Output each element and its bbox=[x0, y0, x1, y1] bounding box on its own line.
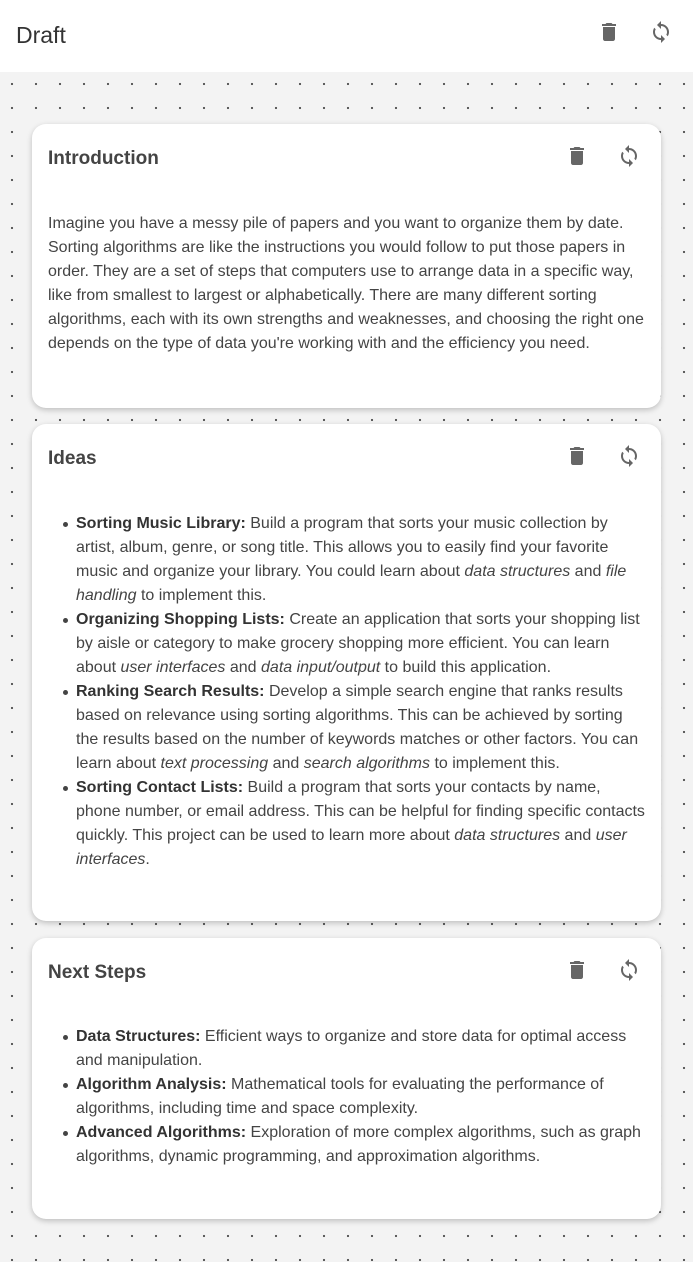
refresh-icon bbox=[621, 959, 637, 981]
item-term: Ranking Search Results: bbox=[76, 683, 265, 700]
item-term: Organizing Shopping Lists: bbox=[76, 611, 285, 628]
section-card-next-steps: Next Steps Data Structures: Efficient wa… bbox=[32, 938, 661, 1219]
regenerate-section-button[interactable] bbox=[616, 143, 642, 169]
item-text: and bbox=[570, 563, 606, 580]
refresh-icon bbox=[621, 145, 637, 167]
ideas-list: Sorting Music Library: Build a program t… bbox=[48, 512, 648, 872]
next-steps-list: Data Structures: Efficient ways to organ… bbox=[48, 1025, 648, 1169]
refresh-icon bbox=[653, 21, 669, 43]
item-text: to implement this. bbox=[430, 755, 560, 772]
list-item: Algorithm Analysis: Mathematical tools f… bbox=[63, 1073, 648, 1121]
item-term: Data Structures: bbox=[76, 1028, 201, 1045]
item-term: Algorithm Analysis: bbox=[76, 1076, 227, 1093]
list-item: Ranking Search Results: Develop a simple… bbox=[63, 680, 648, 776]
trash-icon bbox=[602, 23, 616, 41]
refresh-icon bbox=[621, 445, 637, 467]
list-item: Organizing Shopping Lists: Create an app… bbox=[63, 608, 648, 680]
list-item: Sorting Contact Lists: Build a program t… bbox=[63, 776, 648, 872]
section-title: Next Steps bbox=[48, 962, 147, 983]
section-body: Data Structures: Efficient ways to organ… bbox=[48, 1025, 648, 1169]
item-emphasis: search algorithms bbox=[303, 755, 430, 772]
delete-section-button[interactable] bbox=[564, 143, 590, 169]
trash-icon bbox=[570, 961, 584, 979]
section-card-introduction: Introduction Imagine you have a messy pi… bbox=[32, 124, 661, 408]
item-text: . bbox=[145, 851, 150, 868]
list-item: Advanced Algorithms: Exploration of more… bbox=[63, 1121, 648, 1169]
item-text: to build this application. bbox=[380, 659, 552, 676]
trash-icon bbox=[570, 447, 584, 465]
delete-section-button[interactable] bbox=[564, 957, 590, 983]
page-title: Draft bbox=[16, 22, 66, 48]
item-text: and bbox=[225, 659, 262, 676]
section-card-ideas: Ideas Sorting Music Library: Build a pro… bbox=[32, 424, 661, 921]
item-emphasis: data structures bbox=[464, 563, 571, 580]
item-text: to implement this. bbox=[136, 587, 267, 604]
section-body: Sorting Music Library: Build a program t… bbox=[48, 512, 648, 872]
section-body: Imagine you have a messy pile of papers … bbox=[48, 212, 648, 356]
regenerate-draft-button[interactable] bbox=[648, 19, 674, 45]
item-term: Sorting Music Library: bbox=[76, 515, 246, 532]
section-title: Introduction bbox=[48, 148, 159, 169]
item-emphasis: data input/output bbox=[261, 659, 381, 676]
section-title: Ideas bbox=[48, 448, 97, 469]
delete-draft-button[interactable] bbox=[596, 19, 622, 45]
section-paragraph: Imagine you have a messy pile of papers … bbox=[48, 215, 644, 352]
delete-section-button[interactable] bbox=[564, 443, 590, 469]
header-bar: Draft bbox=[0, 0, 693, 72]
item-emphasis: text processing bbox=[160, 755, 269, 772]
list-item: Data Structures: Efficient ways to organ… bbox=[63, 1025, 648, 1073]
list-item: Sorting Music Library: Build a program t… bbox=[63, 512, 648, 608]
item-term: Sorting Contact Lists: bbox=[76, 779, 244, 796]
item-emphasis: data structures bbox=[454, 827, 561, 844]
item-text: and bbox=[268, 755, 304, 772]
item-term: Advanced Algorithms: bbox=[76, 1124, 247, 1141]
item-emphasis: user interfaces bbox=[120, 659, 226, 676]
regenerate-section-button[interactable] bbox=[616, 957, 642, 983]
regenerate-section-button[interactable] bbox=[616, 443, 642, 469]
trash-icon bbox=[570, 147, 584, 165]
item-text: and bbox=[560, 827, 596, 844]
